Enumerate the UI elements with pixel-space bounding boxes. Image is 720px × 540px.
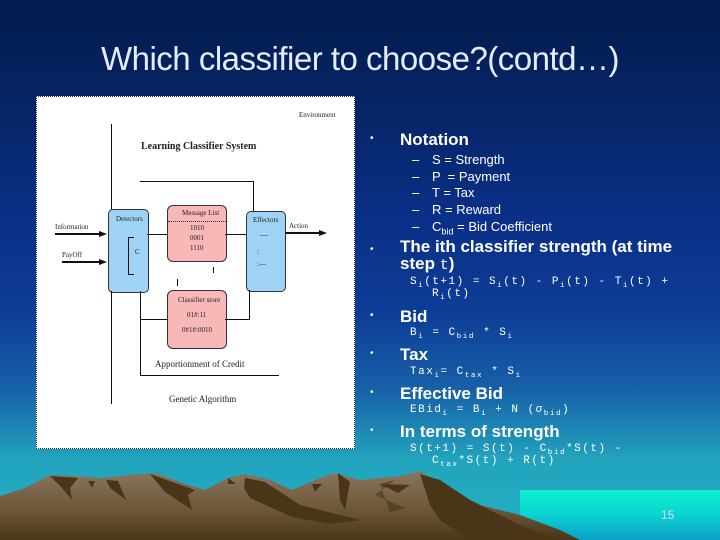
connector-line	[147, 234, 167, 235]
page-number: 15	[661, 508, 675, 522]
connector-line	[140, 319, 167, 320]
connector-line	[140, 375, 279, 376]
connector-line	[253, 181, 254, 215]
definition: = Payment	[440, 169, 511, 184]
detectors-label: Detectors	[116, 215, 143, 223]
connector-line	[225, 234, 246, 235]
dash-icon: –	[412, 169, 420, 184]
system-label: Learning Classifier System	[141, 141, 257, 152]
effector-slot: :—	[257, 260, 266, 268]
dash-icon: –	[412, 219, 420, 234]
dash-icon: –	[412, 202, 420, 217]
divider	[168, 221, 226, 222]
bullet-icon: •	[370, 244, 374, 255]
bullet-icon: •	[370, 425, 374, 436]
effective-bid-formula: EBidi = Bi + N (σbid)	[410, 404, 571, 419]
connector-line	[213, 267, 214, 273]
classifier-store-label: Classifier store	[178, 296, 221, 304]
definition: = Reward	[441, 202, 502, 217]
payoff-label: PayOff	[62, 251, 83, 259]
message-list-box: Message List 1010 0001 1110	[167, 205, 227, 262]
arrow-head-icon	[99, 231, 107, 237]
action-label: Action	[289, 222, 309, 230]
slide-title: Which classifier to choose?(contd…)	[100, 40, 620, 77]
detectors-box: Detectors C	[108, 209, 149, 293]
action-arrow	[285, 232, 319, 234]
symbol: S	[432, 152, 441, 167]
arrow-head-icon	[319, 230, 327, 236]
payoff-arrow	[62, 261, 100, 263]
label-var: t	[439, 257, 449, 274]
classifier-store-box: Classifier store 01#:11 0#1#:0010	[167, 290, 227, 349]
classifier-item: 0#1#:0010	[182, 326, 212, 334]
connector-line	[140, 291, 141, 375]
effector-slot: :	[257, 248, 259, 256]
bid-formula: Bi = Cbid * Si	[410, 327, 514, 342]
bullet-icon: •	[370, 348, 374, 359]
environment-label: Environment	[299, 111, 336, 119]
dash-icon: –	[412, 152, 420, 167]
connector-line	[111, 124, 112, 215]
dash-icon: –	[412, 185, 420, 200]
definition: = Strength	[440, 152, 505, 167]
strength-formula-line2: Ri(t)	[432, 288, 471, 303]
message-item: 1010	[190, 224, 204, 232]
arrow-head-icon	[99, 259, 107, 265]
ga-label: Genetic Algorithm	[169, 394, 237, 404]
tax-formula: Taxi= Ctax * Si	[410, 366, 522, 381]
connector-line	[140, 181, 253, 182]
bullet-icon: •	[370, 387, 374, 398]
definition: = Tax	[439, 185, 475, 200]
bullet-label: Notation	[400, 130, 469, 149]
strength-update-formula-line2: Ctax*S(t) + R(t)	[432, 455, 556, 470]
symbol: T	[432, 185, 440, 200]
bullet-icon: •	[370, 310, 374, 321]
label-end: )	[448, 254, 455, 273]
information-label: Information	[55, 223, 89, 231]
bullet-label: Effective Bid	[400, 384, 503, 403]
lcs-diagram: Environment Learning Classifier System D…	[36, 96, 355, 449]
connector-line	[225, 319, 249, 320]
connector-line	[249, 290, 250, 320]
symbol: C	[432, 219, 442, 234]
bracket	[128, 237, 134, 275]
message-list-label: Message List	[182, 209, 220, 217]
definition: = Bid Coefficient	[453, 219, 552, 234]
information-arrow	[55, 233, 100, 235]
effectors-label: Effectors	[253, 216, 279, 224]
bullet-label: Bid	[400, 307, 428, 326]
classifier-item: 01#:11	[187, 311, 207, 319]
bullet-icon: •	[370, 133, 374, 144]
detectors-content: C	[135, 248, 140, 256]
effector-slot: —	[260, 230, 268, 239]
symbol: R	[432, 202, 442, 217]
message-item: 1110	[190, 244, 204, 252]
message-item: 0001	[190, 234, 204, 242]
symbol-subscript: bid	[441, 226, 454, 237]
connector-line	[111, 291, 112, 404]
bullet-label: Tax	[400, 345, 429, 364]
credit-label: Apportionment of Credit	[155, 359, 245, 369]
effectors-box: Effectors — : :—	[246, 211, 286, 292]
bullet-label: The ith classifier strength (at time ste…	[400, 238, 700, 274]
connector-line	[177, 279, 178, 286]
bullet-label: In terms of strength	[400, 422, 560, 441]
